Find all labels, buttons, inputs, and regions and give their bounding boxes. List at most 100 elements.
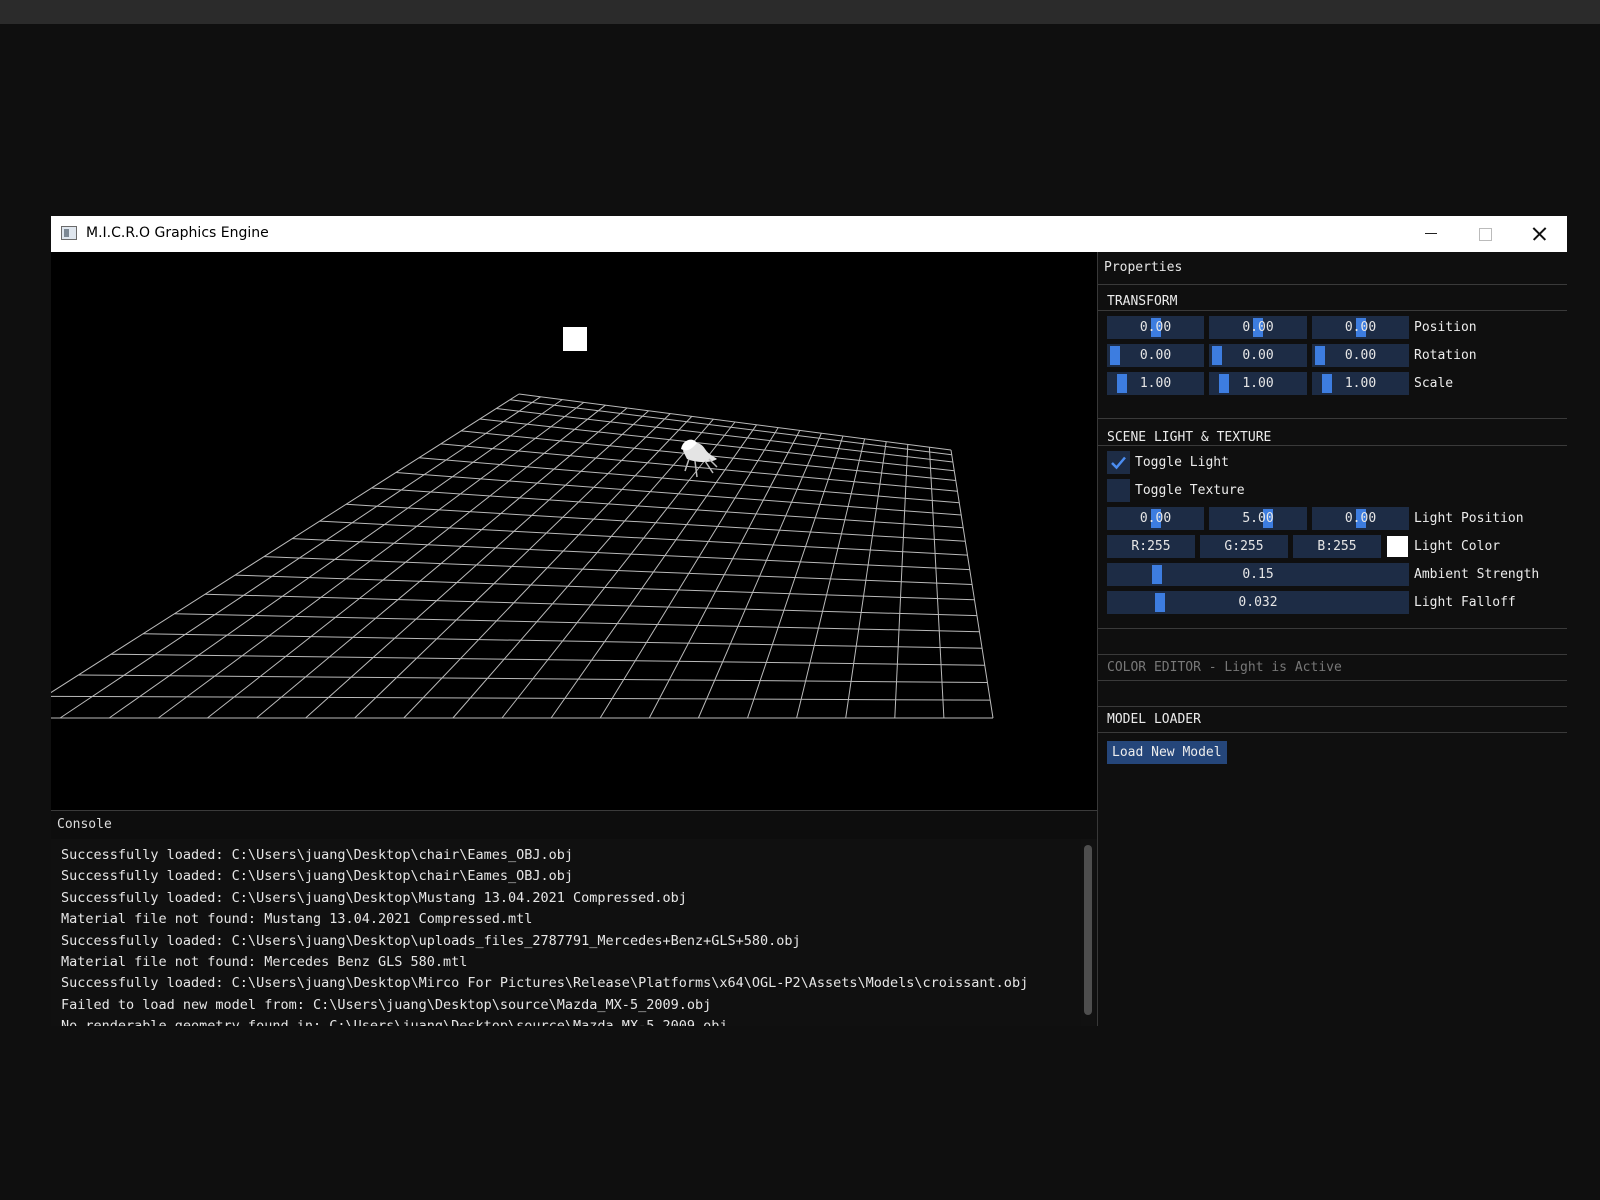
properties-panel: Properties TRANSFORM 0.00 0.00 0.00 Posi… (1097, 252, 1567, 1026)
close-button[interactable] (1512, 216, 1566, 252)
light-color-r-value: R:255 (1131, 539, 1171, 554)
rotation-y-field[interactable]: 0.00 (1209, 344, 1307, 367)
toggle-texture-checkbox[interactable] (1107, 479, 1130, 502)
chair-model (681, 439, 718, 478)
divider (1098, 445, 1567, 446)
grid-line (51, 393, 520, 694)
divider (1098, 284, 1567, 285)
light-falloff-grab[interactable] (1155, 593, 1165, 612)
grid-line (305, 410, 649, 719)
divider (1098, 310, 1567, 311)
console-line: Failed to load new model from: C:\Users\… (61, 996, 712, 1013)
app-icon (61, 226, 77, 240)
console-line: Material file not found: Mercedes Benz G… (61, 954, 468, 971)
toggle-light-label: Toggle Light (1135, 455, 1229, 470)
scale-x-grab[interactable] (1117, 374, 1127, 393)
ground-grid (51, 393, 994, 719)
light-position-y-value: 5.00 (1242, 511, 1274, 526)
scale-x-field[interactable]: 1.00 (1107, 372, 1204, 395)
toggle-texture-label: Toggle Texture (1135, 483, 1245, 498)
scale-y-grab[interactable] (1219, 374, 1229, 393)
minimize-button[interactable] (1404, 216, 1458, 252)
console-line: Successfully loaded: C:\Users\juang\Desk… (61, 975, 1029, 992)
properties-title: Properties (1104, 260, 1183, 275)
rotation-y-value: 0.00 (1242, 348, 1274, 363)
color-editor-header: COLOR EDITOR - Light is Active (1107, 660, 1342, 675)
light-falloff-label: Light Falloff (1414, 595, 1516, 610)
light-color-g-value: G:255 (1224, 539, 1264, 554)
ambient-strength-grab[interactable] (1152, 565, 1162, 584)
light-position-z-value: 0.00 (1344, 511, 1377, 526)
os-top-bar (0, 0, 1600, 24)
transform-header: TRANSFORM (1107, 294, 1178, 309)
ambient-strength-slider[interactable]: 0.15 (1107, 563, 1409, 586)
scale-y-value: 1.00 (1242, 376, 1274, 391)
light-color-g-field[interactable]: G:255 (1200, 535, 1288, 558)
grid-line (501, 421, 736, 719)
position-y-value: 0.00 (1242, 320, 1274, 335)
console-line: No renderable geometry found in: C:\User… (61, 1016, 1071, 1026)
scale-y-field[interactable]: 1.00 (1209, 372, 1307, 395)
light-position-x-field[interactable]: 0.00 (1107, 507, 1204, 530)
rotation-z-field[interactable]: 0.00 (1312, 344, 1409, 367)
scale-z-grab[interactable] (1322, 374, 1332, 393)
console-scrollbar[interactable] (1081, 839, 1095, 1026)
position-x-field[interactable]: 0.00 (1107, 316, 1204, 339)
grid-line (697, 433, 822, 719)
light-color-swatch[interactable] (1387, 536, 1408, 557)
console-line: Material file not found: Mustang 13.04.2… (61, 911, 533, 928)
grid-line (648, 430, 801, 719)
position-label: Position (1414, 320, 1477, 335)
scale-z-field[interactable]: 1.00 (1312, 372, 1409, 395)
load-new-model-button[interactable]: Load New Model (1107, 741, 1227, 764)
checkmark-icon (1111, 456, 1126, 470)
rotation-label: Rotation (1414, 348, 1477, 363)
window-title: M.I.C.R.O Graphics Engine (86, 225, 269, 241)
light-falloff-slider[interactable]: 0.032 (1107, 591, 1409, 614)
divider (1098, 732, 1567, 733)
light-color-b-value: B:255 (1317, 539, 1357, 554)
position-z-value: 0.00 (1344, 320, 1377, 335)
scale-label: Scale (1414, 376, 1454, 391)
light-position-y-field[interactable]: 5.00 (1209, 507, 1307, 530)
console-line: Successfully loaded: C:\Users\juang\Desk… (61, 847, 574, 863)
scale-x-value: 1.00 (1139, 376, 1172, 391)
light-source-marker (563, 327, 587, 351)
light-position-label: Light Position (1414, 511, 1524, 526)
rotation-y-grab[interactable] (1212, 346, 1222, 365)
console-line: Successfully loaded: C:\Users\juang\Desk… (61, 868, 574, 885)
position-z-field[interactable]: 0.00 (1312, 316, 1409, 339)
console-log[interactable]: Successfully loaded: C:\Users\juang\Desk… (51, 839, 1097, 1026)
maximize-button[interactable] (1458, 216, 1512, 252)
console-line: Successfully loaded: C:\Users\juang\Desk… (61, 932, 801, 949)
grid-line (59, 396, 541, 719)
divider (1098, 418, 1567, 419)
grid-line (256, 407, 628, 719)
position-x-value: 0.00 (1139, 320, 1172, 335)
light-color-b-field[interactable]: B:255 (1293, 535, 1381, 558)
grid-line (747, 435, 844, 719)
rotation-x-field[interactable]: 0.00 (1107, 344, 1204, 367)
light-color-r-field[interactable]: R:255 (1107, 535, 1195, 558)
light-position-x-value: 0.00 (1139, 511, 1172, 526)
rotation-x-value: 0.00 (1139, 348, 1172, 363)
grid-line (403, 416, 693, 719)
divider (1098, 628, 1567, 629)
scale-z-value: 1.00 (1344, 376, 1377, 391)
grid-line (158, 401, 585, 719)
grid-line (599, 427, 779, 719)
scene-header: SCENE LIGHT & TEXTURE (1107, 430, 1272, 445)
grid-line (207, 404, 606, 719)
rotation-x-grab[interactable] (1110, 346, 1120, 365)
divider (1098, 706, 1567, 707)
divider (1098, 680, 1567, 681)
model-loader-header: MODEL LOADER (1107, 712, 1201, 727)
console-scroll-thumb[interactable] (1084, 845, 1092, 1015)
position-y-field[interactable]: 0.00 (1209, 316, 1307, 339)
rotation-z-grab[interactable] (1315, 346, 1325, 365)
console-line: Successfully loaded: C:\Users\juang\Desk… (61, 889, 687, 906)
console-lines: Successfully loaded: C:\Users\juang\Desk… (61, 845, 1071, 1026)
light-position-z-field[interactable]: 0.00 (1312, 507, 1409, 530)
toggle-light-checkbox[interactable] (1107, 451, 1130, 474)
scene-viewport[interactable] (51, 252, 1097, 810)
